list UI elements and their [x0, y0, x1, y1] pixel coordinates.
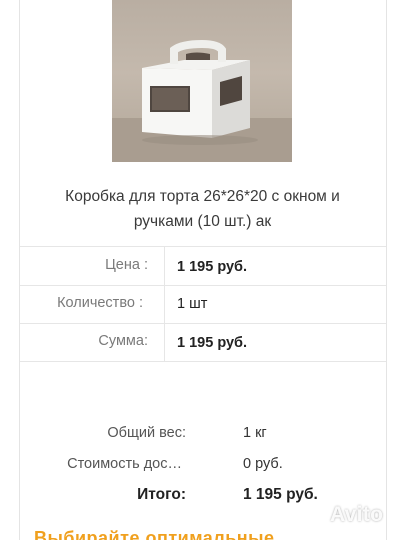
- price-value: 1 195 руб.: [177, 259, 248, 275]
- table-divider: [20, 246, 386, 247]
- column-divider: [164, 324, 165, 362]
- avito-logo-icon: [295, 501, 326, 530]
- quantity-label: Количество :: [57, 295, 143, 311]
- product-photo: [112, 0, 292, 162]
- product-title[interactable]: Коробка для торта 26*26*20 с окном и руч…: [30, 184, 375, 234]
- right-border: [386, 0, 387, 540]
- total-label: Итого:: [137, 486, 186, 503]
- table-divider: [20, 323, 386, 324]
- product-title-line-2: ручками (10 шт.) ак: [133, 213, 272, 230]
- delivery-cost-value: 0 руб.: [243, 456, 283, 472]
- avito-watermark-text: Avito: [330, 503, 384, 526]
- sum-label: Сумма:: [98, 333, 148, 349]
- promo-heading: Выбирайте оптимальные: [34, 528, 275, 540]
- product-title-line-1: Коробка для торта 26*26*20 с окном и: [65, 188, 340, 205]
- avito-watermark: Avito: [295, 500, 384, 530]
- table-divider: [20, 361, 386, 362]
- column-divider: [164, 247, 165, 285]
- delivery-cost-label: Стоимость дос…: [67, 456, 182, 472]
- quantity-value: 1 шт: [177, 296, 208, 312]
- table-divider: [20, 285, 386, 286]
- total-weight-value: 1 кг: [243, 425, 267, 441]
- price-label: Цена :: [105, 257, 148, 273]
- total-weight-label: Общий вес:: [107, 425, 186, 441]
- sum-value: 1 195 руб.: [177, 335, 248, 351]
- column-divider: [164, 286, 165, 324]
